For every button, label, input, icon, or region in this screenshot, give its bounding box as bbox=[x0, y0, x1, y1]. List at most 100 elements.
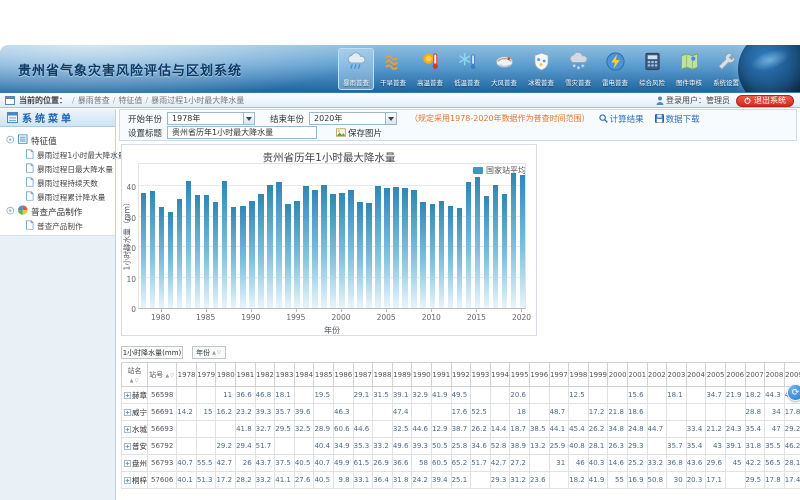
nav-item-lightning[interactable]: 雷电普查 bbox=[597, 48, 633, 90]
value-cell: 60.6 bbox=[334, 421, 354, 438]
sidebar-item[interactable]: 暴雨过程持续天数 bbox=[26, 176, 112, 190]
sidebar-group-0[interactable]: 特征值 bbox=[6, 133, 112, 148]
column-header-id[interactable]: 站号 ▲▽ bbox=[148, 363, 177, 387]
column-header-year[interactable]: 2002 bbox=[647, 363, 667, 387]
value-cell: 44.7 bbox=[647, 421, 667, 438]
value-cell bbox=[177, 421, 197, 438]
column-header-year[interactable]: 2004 bbox=[686, 363, 706, 387]
value-cell: 42.7 bbox=[490, 455, 510, 472]
column-header-year[interactable]: 2006 bbox=[725, 363, 745, 387]
bar-1984 bbox=[195, 195, 201, 308]
column-header-year[interactable]: 1978 bbox=[177, 363, 197, 387]
nav-item-label: 综合风险 bbox=[639, 78, 665, 87]
sidebar-item[interactable]: 暴雨过程日最大降水量 bbox=[26, 162, 112, 176]
nav-item-drought[interactable]: 干旱普查 bbox=[375, 48, 411, 90]
column-header-year[interactable]: 1988 bbox=[373, 363, 393, 387]
save-image-button[interactable]: 保存图片 bbox=[336, 127, 382, 139]
expander-icon[interactable] bbox=[6, 206, 15, 217]
column-header-year[interactable]: 1984 bbox=[294, 363, 314, 387]
end-year-select[interactable]: 2020年 bbox=[309, 112, 397, 125]
logout-button[interactable]: 退出系统 bbox=[736, 95, 794, 107]
column-header-year[interactable]: 1980 bbox=[216, 363, 236, 387]
column-header-year[interactable]: 2000 bbox=[608, 363, 628, 387]
column-header-year[interactable]: 1981 bbox=[236, 363, 256, 387]
picture-icon bbox=[336, 128, 346, 137]
value-cell: 40.3 bbox=[588, 455, 608, 472]
column-header-year[interactable]: 1997 bbox=[549, 363, 569, 387]
nav-item-heat[interactable]: 高温普查 bbox=[412, 48, 448, 90]
nav-item-review[interactable]: 图件审核 bbox=[671, 48, 707, 90]
breadcrumb-item[interactable]: 暴雨过程1小时最大降水量 bbox=[151, 96, 244, 105]
nav-item-risk[interactable]: 综合风险 bbox=[634, 48, 670, 90]
column-header-year[interactable]: 1998 bbox=[569, 363, 589, 387]
station-name-cell[interactable]: 盘州 bbox=[122, 455, 148, 472]
value-cell bbox=[725, 404, 745, 421]
sidebar-item[interactable]: 暴雨过程1小时最大降水量 bbox=[26, 148, 112, 162]
station-name-cell[interactable]: 威宁 bbox=[122, 404, 148, 421]
bar-2006 bbox=[393, 187, 399, 308]
nav-item-rainstorm[interactable]: 暴雨普查 bbox=[338, 48, 374, 90]
expander-icon[interactable] bbox=[6, 135, 15, 146]
column-header-year[interactable]: 2003 bbox=[667, 363, 687, 387]
breadcrumb-item[interactable]: 暴雨普查 bbox=[78, 96, 110, 105]
column-header-year[interactable]: 2001 bbox=[627, 363, 647, 387]
start-year-select[interactable]: 1978年 bbox=[167, 112, 255, 125]
value-cell: 65.2 bbox=[451, 455, 471, 472]
column-header-year[interactable]: 1983 bbox=[275, 363, 295, 387]
station-name-cell[interactable]: 赫章 bbox=[122, 387, 148, 404]
station-name-cell[interactable]: 桐梓 bbox=[122, 472, 148, 489]
column-header-year[interactable]: 1986 bbox=[334, 363, 354, 387]
column-header-year[interactable]: 1994 bbox=[490, 363, 510, 387]
nav-item-settings[interactable]: 系统设置 bbox=[708, 48, 744, 90]
column-header-year[interactable]: 1992 bbox=[451, 363, 471, 387]
column-header-year[interactable]: 1990 bbox=[412, 363, 432, 387]
column-header-year[interactable]: 2005 bbox=[706, 363, 726, 387]
sidebar-group-1[interactable]: 普查产品制作 bbox=[6, 204, 112, 219]
column-header-year[interactable]: 1991 bbox=[432, 363, 452, 387]
calculate-button[interactable]: 计算结果 bbox=[599, 113, 644, 125]
nav-item-gale[interactable]: 大风普查 bbox=[486, 48, 522, 90]
bar-1985 bbox=[204, 195, 210, 308]
download-button[interactable]: 数据下载 bbox=[655, 113, 700, 125]
x-tick-label: 1985 bbox=[191, 313, 221, 322]
pivot-measure-box[interactable]: 1小时降水量(mm) bbox=[121, 346, 183, 359]
x-tick-label: 1980 bbox=[146, 313, 176, 322]
column-header-year[interactable]: 1995 bbox=[510, 363, 530, 387]
column-header-year[interactable]: 1993 bbox=[471, 363, 491, 387]
column-header-year[interactable]: 2007 bbox=[745, 363, 765, 387]
column-header-year[interactable]: 1989 bbox=[392, 363, 412, 387]
column-header-year[interactable]: 1987 bbox=[353, 363, 373, 387]
pivot-dimension-box[interactable]: 年份▲▽ bbox=[192, 346, 226, 359]
breadcrumb-item[interactable]: 特征值 bbox=[118, 96, 142, 105]
station-name-cell[interactable]: 水城 bbox=[122, 421, 148, 438]
chevron-down-icon[interactable] bbox=[385, 113, 396, 124]
column-header-name[interactable]: 站名 ▲▽ bbox=[122, 363, 148, 387]
column-header-year[interactable]: 1979 bbox=[196, 363, 216, 387]
sidebar-item[interactable]: 暴雨过程累计降水量 bbox=[26, 190, 112, 204]
value-cell: 39.6 bbox=[294, 404, 314, 421]
value-cell: 18.7 bbox=[510, 421, 530, 438]
bar-1978 bbox=[141, 193, 147, 308]
nav-item-hail[interactable]: 冰雹普查 bbox=[523, 48, 559, 90]
value-cell: 60.5 bbox=[432, 455, 452, 472]
x-tick-mark bbox=[296, 309, 297, 312]
value-cell: 40.5 bbox=[314, 472, 334, 489]
column-header-year[interactable]: 1985 bbox=[314, 363, 334, 387]
value-cell bbox=[608, 387, 628, 404]
chart-title-input[interactable] bbox=[167, 126, 317, 139]
nav-item-label: 冰雹普查 bbox=[528, 78, 554, 87]
top-nav: 暴雨普查干旱普查高温普查低温普查大风普查冰雹普查雪灾普查雷电普查综合风险图件审核… bbox=[338, 48, 744, 90]
column-header-year[interactable]: 2009 bbox=[784, 363, 800, 387]
nav-item-snow[interactable]: 雪灾普查 bbox=[560, 48, 596, 90]
station-name-cell[interactable]: 普安 bbox=[122, 438, 148, 455]
value-cell: 25.1 bbox=[451, 472, 471, 489]
column-header-year[interactable]: 1982 bbox=[255, 363, 275, 387]
refresh-button[interactable]: ⟳ bbox=[787, 384, 800, 401]
column-header-year[interactable]: 2008 bbox=[765, 363, 785, 387]
table-row: 赫章565981136.646.818.119.529.131.539.132.… bbox=[122, 387, 800, 404]
chevron-down-icon[interactable] bbox=[243, 113, 254, 124]
column-header-year[interactable]: 1996 bbox=[529, 363, 549, 387]
nav-item-cold[interactable]: 低温普查 bbox=[449, 48, 485, 90]
column-header-year[interactable]: 1999 bbox=[588, 363, 608, 387]
sidebar-item[interactable]: 普查产品制作 bbox=[26, 219, 112, 233]
